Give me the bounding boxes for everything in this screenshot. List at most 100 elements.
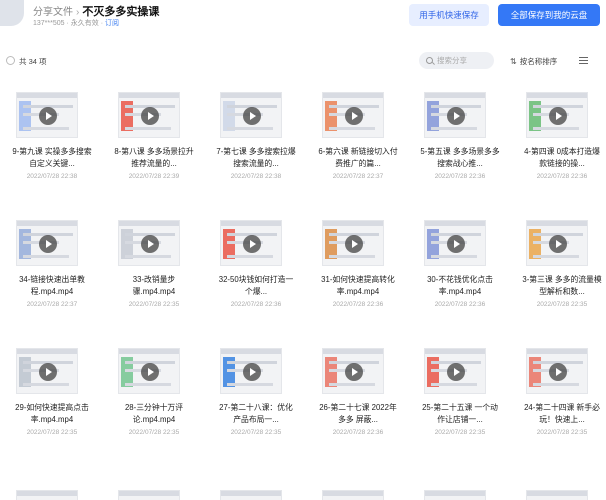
video-thumbnail[interactable] [322,220,384,266]
play-icon[interactable] [345,235,363,253]
file-name[interactable]: 9-第九课 实操多多搜索自定义关键... [12,146,92,170]
video-thumbnail[interactable] [118,220,180,266]
video-thumbnail[interactable] [220,92,282,138]
video-thumbnail[interactable] [526,348,588,394]
video-thumbnail[interactable] [526,92,588,138]
file-date: 2022/07/28 22:36 [230,301,282,308]
file-card[interactable] [518,478,606,500]
file-card[interactable]: 28-三分钟十万评论.mp4.mp4 2022/07/28 22:35 [110,338,206,448]
play-icon[interactable] [243,235,261,253]
file-name[interactable]: 25-第二十五课 一个动作让店铺一... [420,402,500,426]
video-thumbnail[interactable] [220,220,282,266]
video-thumbnail[interactable] [16,490,78,500]
file-name[interactable]: 32-50块钱如何打造一个爆... [216,274,296,298]
play-icon[interactable] [447,235,465,253]
file-card[interactable] [416,478,512,500]
video-thumbnail[interactable] [16,220,78,266]
file-card[interactable]: 8-第八课 多多场景拉升推荐流量的... 2022/07/28 22:39 [110,82,206,192]
file-card[interactable]: 25-第二十五课 一个动作让店铺一... 2022/07/28 22:35 [416,338,512,448]
page-title: 不灭多多实操课 [82,6,160,18]
file-name[interactable]: 6-第六课 新链接切入付费推广的篇... [318,146,398,170]
video-thumbnail[interactable] [322,92,384,138]
save-all-button[interactable]: 全部保存到我的云盘 [498,4,600,26]
select-all-checkbox[interactable] [6,56,15,65]
file-card[interactable]: 33-改销量步骤.mp4.mp4 2022/07/28 22:35 [110,210,206,320]
file-name[interactable]: 24-第二十四课 新手必玩！快速上... [522,402,602,426]
play-icon[interactable] [243,363,261,381]
file-card[interactable]: 9-第九课 实操多多搜索自定义关键... 2022/07/28 22:38 [8,82,104,192]
video-thumbnail[interactable] [118,92,180,138]
file-name[interactable]: 4-第四课 0成本打造爆款链接的操... [522,146,602,170]
share-meta: 137***505 · 永久有效 · 订阅 [33,20,119,27]
video-thumbnail[interactable] [526,220,588,266]
breadcrumb-parent[interactable]: 分享文件 [33,7,73,18]
sort-button[interactable]: ⇅ 按名称排序 [510,56,557,67]
file-card[interactable]: 4-第四课 0成本打造爆款链接的操... 2022/07/28 22:36 [518,82,606,192]
video-thumbnail[interactable] [424,92,486,138]
file-card[interactable]: 3-第三课 多多的流量模型解析和数... 2022/07/28 22:35 [518,210,606,320]
search-box[interactable] [419,52,494,69]
file-card[interactable]: 30-不花钱优化点击率.mp4.mp4 2022/07/28 22:36 [416,210,512,320]
play-icon[interactable] [141,363,159,381]
file-card[interactable]: 24-第二十四课 新手必玩！快速上... 2022/07/28 22:35 [518,338,606,448]
search-input[interactable] [437,54,492,67]
file-name[interactable]: 33-改销量步骤.mp4.mp4 [114,274,194,298]
file-card[interactable]: 27-第二十八课：优化产品布局一... 2022/07/28 22:35 [212,338,308,448]
file-card[interactable]: 5-第五课 多多场景多多搜索战心推... 2022/07/28 22:36 [416,82,512,192]
video-thumbnail[interactable] [322,490,384,500]
file-name[interactable]: 7-第七课 多多搜索拉爆搜索流量的... [216,146,296,170]
play-icon[interactable] [345,363,363,381]
video-thumbnail[interactable] [118,490,180,500]
file-card[interactable]: 7-第七课 多多搜索拉爆搜索流量的... 2022/07/28 22:38 [212,82,308,192]
avatar[interactable] [0,0,24,26]
file-name[interactable]: 31-如何快速提高转化率.mp4.mp4 [318,274,398,298]
file-date: 2022/07/28 22:39 [128,173,180,180]
file-card[interactable] [212,478,308,500]
file-card[interactable]: 32-50块钱如何打造一个爆... 2022/07/28 22:36 [212,210,308,320]
file-card[interactable] [110,478,206,500]
video-thumbnail[interactable] [322,348,384,394]
play-icon[interactable] [243,107,261,125]
video-thumbnail[interactable] [526,490,588,500]
file-card[interactable] [314,478,410,500]
play-icon[interactable] [141,235,159,253]
file-name[interactable]: 29-如何快速提高点击率.mp4.mp4 [12,402,92,426]
play-icon[interactable] [549,235,567,253]
file-card[interactable]: 34-链接快速出单教程.mp4.mp4 2022/07/28 22:37 [8,210,104,320]
play-icon[interactable] [447,363,465,381]
file-date: 2022/07/28 22:38 [26,173,78,180]
file-card[interactable]: 26-第二十七课 2022年多多 屏蔽... 2022/07/28 22:36 [314,338,410,448]
file-card[interactable] [8,478,104,500]
file-name[interactable]: 30-不花钱优化点击率.mp4.mp4 [420,274,500,298]
file-name[interactable]: 26-第二十七课 2022年多多 屏蔽... [318,402,398,426]
play-icon[interactable] [39,235,57,253]
phone-save-button[interactable]: 用手机快速保存 [409,4,489,26]
file-card[interactable]: 31-如何快速提高转化率.mp4.mp4 2022/07/28 22:36 [314,210,410,320]
menu-icon[interactable] [579,57,588,64]
video-thumbnail[interactable] [16,92,78,138]
file-name[interactable]: 3-第三课 多多的流量模型解析和数... [522,274,602,298]
file-name[interactable]: 28-三分钟十万评论.mp4.mp4 [114,402,194,426]
play-icon[interactable] [549,107,567,125]
play-icon[interactable] [39,363,57,381]
file-name[interactable]: 34-链接快速出单教程.mp4.mp4 [12,274,92,298]
play-icon[interactable] [39,107,57,125]
play-icon[interactable] [447,107,465,125]
play-icon[interactable] [141,107,159,125]
file-card[interactable]: 6-第六课 新链接切入付费推广的篇... 2022/07/28 22:37 [314,82,410,192]
file-card[interactable]: 29-如何快速提高点击率.mp4.mp4 2022/07/28 22:35 [8,338,104,448]
video-thumbnail[interactable] [424,348,486,394]
video-thumbnail[interactable] [424,220,486,266]
video-thumbnail[interactable] [424,490,486,500]
subscribe-link[interactable]: 订阅 [105,20,119,27]
video-thumbnail[interactable] [16,348,78,394]
video-thumbnail[interactable] [118,348,180,394]
play-icon[interactable] [345,107,363,125]
file-name[interactable]: 27-第二十八课：优化产品布局一... [216,402,296,426]
file-name[interactable]: 8-第八课 多多场景拉升推荐流量的... [114,146,194,170]
file-name[interactable]: 5-第五课 多多场景多多搜索战心推... [420,146,500,170]
video-thumbnail[interactable] [220,490,282,500]
sort-icon: ⇅ [510,57,517,66]
video-thumbnail[interactable] [220,348,282,394]
play-icon[interactable] [549,363,567,381]
